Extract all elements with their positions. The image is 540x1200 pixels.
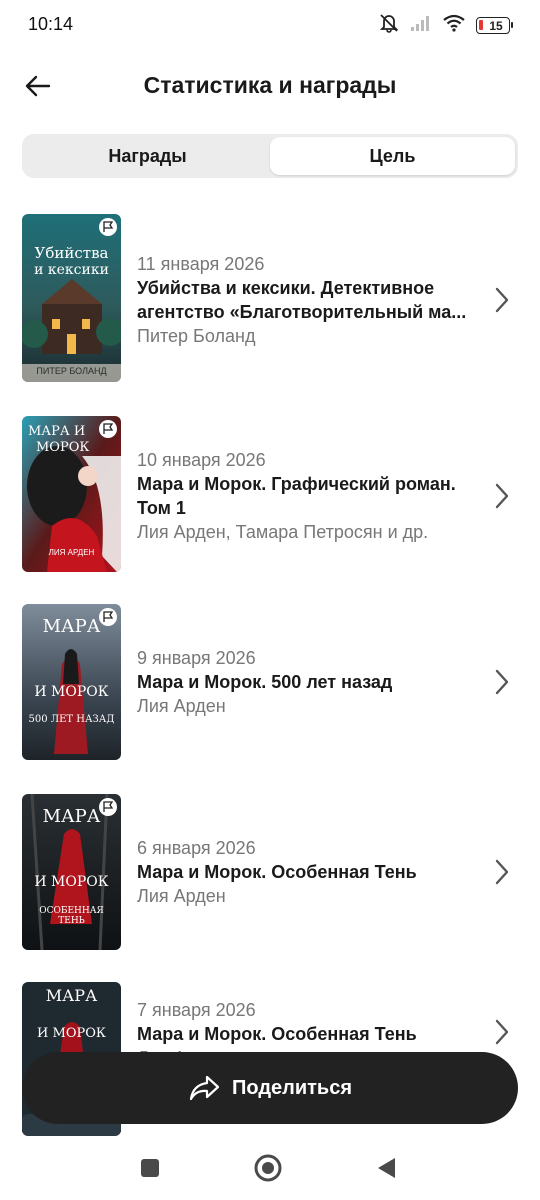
cover-author-text: ЛИЯ АРДЕН — [48, 548, 95, 557]
list-item[interactable]: МАРА И МОРОК ОСОБЕННАЯ ТЕНЬ 6 января 202… — [0, 794, 540, 964]
flag-icon — [103, 221, 114, 232]
recents-square-icon — [141, 1159, 159, 1177]
book-date: 10 января 2026 — [137, 450, 266, 470]
cover-title-text: Убийства — [34, 244, 109, 262]
book-cover: МАРА И МОРОК ЛИЯ АРДЕН — [22, 416, 121, 572]
book-cover: МАРА И МОРОК ОСОБЕННАЯ ТЕНЬ — [22, 794, 121, 950]
book-author: Лия Арден, Тамара Петросян и др. — [137, 522, 429, 542]
mute-icon — [378, 13, 400, 38]
share-arrow-icon — [189, 1075, 220, 1101]
share-button[interactable]: Поделиться — [22, 1052, 518, 1124]
home-circle-icon — [254, 1154, 282, 1182]
book-title: Мара и Морок. 500 лет назад — [137, 672, 393, 692]
back-triangle-icon — [378, 1158, 395, 1178]
book-author: Лия Арден — [137, 696, 226, 716]
flag-badge — [99, 218, 117, 236]
book-title: Мара и Морок. Графический роман. Том 1 — [137, 474, 456, 518]
chevron-right-icon — [495, 1019, 509, 1045]
cover-subtitle-text: И МОРОК — [34, 684, 109, 700]
tab-awards[interactable]: Награды — [25, 137, 270, 175]
flag-icon — [103, 801, 114, 812]
status-bar: 10:14 15 — [0, 0, 540, 50]
cover-author-text: ПИТЕР БОЛАНД — [36, 366, 107, 376]
flag-badge — [99, 608, 117, 626]
signal-icon — [410, 14, 432, 37]
cover-subtitle-text: И МОРОК — [34, 874, 109, 890]
chevron-right-icon — [495, 669, 509, 695]
flag-badge — [99, 420, 117, 438]
cover-title-text: МАРА И — [28, 424, 86, 439]
book-date: 6 января 2026 — [137, 838, 256, 858]
tabs-segmented-control: Награды Цель — [22, 134, 518, 178]
book-author: Лия Арден — [137, 886, 226, 906]
home-button[interactable] — [252, 1152, 284, 1184]
list-item[interactable]: МАРА И МОРОК ЛИЯ АРДЕН 10 января 2026 Ма… — [0, 416, 540, 586]
book-title: Мара и Морок. Особенная Тень — [137, 862, 417, 882]
status-time: 10:14 — [28, 14, 74, 34]
chevron-right-icon — [495, 859, 509, 885]
system-nav-bar — [0, 1136, 540, 1200]
book-author: Питер Боланд — [137, 326, 256, 346]
book-cover: Убийства и кексики ПИТЕР БОЛАНД — [22, 214, 121, 382]
book-info: 11 января 2026 Убийства и кексики. Детек… — [137, 252, 477, 348]
book-date: 7 января 2026 — [137, 1000, 256, 1020]
cover-title-text: МАРА — [45, 986, 98, 1005]
book-info: 10 января 2026 Мара и Морок. Графический… — [137, 448, 477, 544]
wifi-icon — [442, 14, 466, 37]
book-date: 9 января 2026 — [137, 648, 256, 668]
chevron-right-icon — [495, 483, 509, 509]
page-title: Статистика и награды — [143, 72, 397, 98]
list-item[interactable]: МАРА И МОРОК 500 ЛЕТ НАЗАД 9 января 2026… — [0, 604, 540, 774]
book-title: Мара и Морок. Особенная Тень — [137, 1024, 417, 1044]
battery-level: 15 — [489, 18, 503, 33]
book-title: Убийства и кексики. Детективное агентств… — [137, 278, 467, 322]
cover-subtitle-text: и кексики — [34, 262, 109, 278]
list-item[interactable]: Убийства и кексики ПИТЕР БОЛАНД 11 январ… — [0, 214, 540, 384]
chevron-right-icon — [495, 287, 509, 313]
share-button-label: Поделиться — [231, 1076, 353, 1099]
cover-author-text: ОСОБЕННАЯ ТЕНЬ — [39, 906, 104, 926]
tab-goal[interactable]: Цель — [270, 137, 515, 175]
cover-subtitle-text: И МОРОК — [37, 1026, 106, 1041]
battery-fill — [479, 20, 483, 30]
flag-icon — [103, 423, 114, 434]
header: Статистика и награды — [0, 60, 540, 112]
flag-badge — [99, 798, 117, 816]
cover-subtitle-text: МОРОК — [36, 440, 90, 455]
cover-author-text: 500 ЛЕТ НАЗАД — [28, 714, 115, 725]
book-cover: МАРА И МОРОК 500 ЛЕТ НАЗАД — [22, 604, 121, 760]
battery-icon: 15 — [476, 17, 513, 34]
book-info: 9 января 2026 Мара и Морок. 500 лет наза… — [137, 646, 477, 718]
back-nav-button[interactable] — [370, 1152, 402, 1184]
book-info: 6 января 2026 Мара и Морок. Особенная Те… — [137, 836, 477, 908]
flag-icon — [103, 611, 114, 622]
recents-button[interactable] — [134, 1152, 166, 1184]
book-date: 11 января 2026 — [137, 254, 265, 274]
status-icons: 15 — [378, 13, 513, 38]
